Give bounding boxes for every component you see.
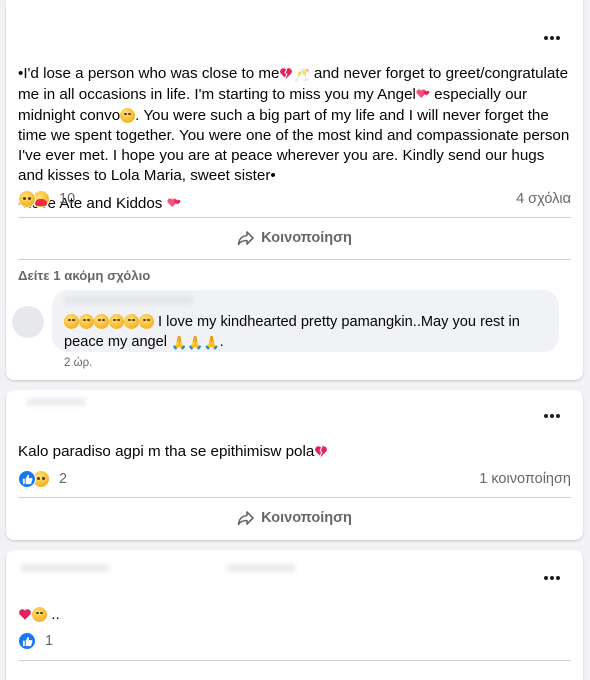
see-more-comments-link[interactable]: Δείτε 1 ακόμη σχόλιο: [18, 268, 150, 283]
comment-bubble: I love my kindhearted pretty pamangkin..…: [52, 290, 559, 352]
like-reaction-icon: [18, 632, 36, 650]
share-button[interactable]: Κοινοποίηση: [18, 501, 571, 535]
post-body: Kalo paradiso agpi m tha se epithimisw p…: [18, 442, 571, 462]
reactions-summary[interactable]: 1: [18, 632, 571, 652]
divider: [18, 660, 571, 661]
crying-face-emoji-icon: [79, 314, 94, 329]
shares-count-link[interactable]: 1 κοινοποίηση: [479, 471, 571, 487]
more-options-icon[interactable]: [543, 412, 561, 420]
post-text-part: Kalo paradiso agpi m tha se epithimisw p…: [18, 443, 315, 460]
reactions-summary[interactable]: 2 1 κοινοποίηση: [18, 470, 571, 490]
crying-face-emoji-icon: [32, 607, 47, 622]
share-arrow-icon: [237, 511, 254, 526]
comment-timestamp[interactable]: 2 ώρ.: [64, 357, 92, 369]
blurred-header: [20, 564, 110, 572]
red-heart-emoji-icon: [19, 609, 31, 620]
post-text-part: ..: [47, 606, 60, 623]
divider: [18, 259, 571, 260]
more-options-icon[interactable]: [543, 34, 561, 42]
more-options-icon[interactable]: [543, 574, 561, 582]
crying-face-emoji-icon: [124, 314, 139, 329]
post-card-3: .. 1: [6, 550, 583, 680]
comment-text: I love my kindhearted pretty pamangkin..…: [64, 314, 520, 350]
broken-heart-emoji-icon: [315, 446, 328, 457]
reaction-count[interactable]: 10: [59, 191, 75, 207]
like-reaction-icon: [18, 470, 36, 488]
post-text-part: •I'd lose a person who was close to me: [18, 65, 280, 82]
reaction-count[interactable]: 2: [59, 471, 67, 487]
folded-hands-emoji-icon: 🙏🙏🙏: [171, 335, 220, 350]
avatar[interactable]: [12, 306, 44, 338]
reactions-summary[interactable]: 10 4 σχόλια: [18, 190, 571, 210]
crying-face-emoji-icon: [64, 314, 79, 329]
crying-face-emoji-icon: [94, 314, 109, 329]
crying-face-emoji-icon: [139, 314, 154, 329]
post-card-2: Kalo paradiso agpi m tha se epithimisw p…: [6, 390, 583, 540]
reaction-count[interactable]: 1: [45, 633, 53, 649]
crying-face-emoji-icon: [109, 314, 124, 329]
share-button[interactable]: Κοινοποίηση: [18, 221, 571, 255]
share-arrow-icon: [237, 231, 254, 246]
post-body: ..: [18, 605, 571, 625]
two-hearts-emoji-icon: [416, 89, 430, 99]
share-label: Κοινοποίηση: [261, 510, 352, 526]
divider: [18, 497, 571, 498]
sad-reaction-icon: [18, 190, 36, 208]
commenter-name[interactable]: [64, 296, 194, 305]
share-label: Κοινοποίηση: [261, 230, 352, 246]
praying-emoji-icon: 🥂: [293, 67, 310, 82]
comments-count-link[interactable]: 4 σχόλια: [516, 191, 571, 207]
divider: [18, 217, 571, 218]
blurred-header: [226, 564, 296, 572]
blurred-header: [26, 398, 86, 406]
crying-face-emoji-icon: [120, 107, 136, 123]
post-card-1: •I'd lose a person who was close to me 🥂 …: [6, 0, 583, 380]
heart-emoji-icon: [280, 68, 293, 79]
